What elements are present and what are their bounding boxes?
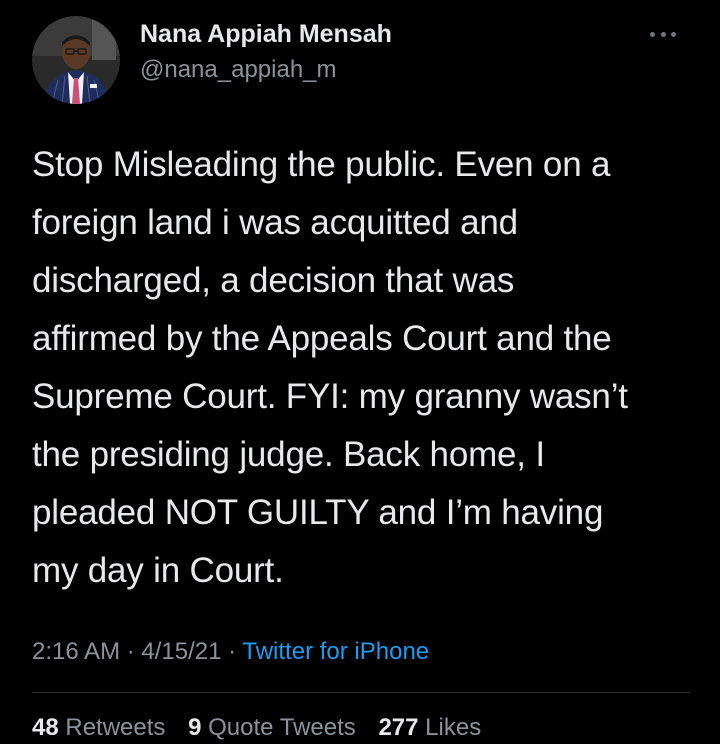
tweet-line: foreign land i was acquitted and: [32, 203, 518, 242]
tweet-line: pleaded NOT GUILTY and I’m having: [32, 493, 604, 532]
quote-tweets-label: Quote Tweets: [208, 714, 356, 741]
retweets-stat[interactable]: 48 Retweets: [32, 714, 165, 741]
tweet-stats: 48 Retweets 9 Quote Tweets 277 Likes: [32, 714, 497, 742]
tweet-line: the presiding judge. Back home, I: [32, 435, 545, 474]
tweet-line: Supreme Court. FYI: my granny wasn’t: [32, 377, 628, 416]
more-dot: [671, 31, 676, 37]
author-handle[interactable]: @nana_appiah_m: [140, 56, 337, 84]
avatar[interactable]: [32, 16, 120, 104]
author-name[interactable]: Nana Appiah Mensah: [140, 20, 392, 49]
likes-count: 277: [378, 714, 419, 741]
tweet-source-link[interactable]: Twitter for iPhone: [242, 638, 429, 665]
tweet-line: my day in Court.: [32, 551, 284, 590]
tweet-line: affirmed by the Appeals Court and the: [32, 319, 612, 358]
avatar-image: [32, 16, 120, 104]
more-dot: [660, 31, 666, 37]
retweets-label: Retweets: [65, 714, 166, 741]
more-horizontal-icon[interactable]: [650, 26, 676, 42]
tweet-line: discharged, a decision that was: [32, 261, 515, 300]
quote-tweets-stat[interactable]: 9 Quote Tweets: [188, 714, 356, 741]
likes-label: Likes: [425, 714, 482, 741]
tweet-line: Stop Misleading the public. Even on a: [32, 145, 611, 184]
meta-separator: ·: [228, 638, 237, 665]
tweet-time[interactable]: 2:16 AM: [32, 638, 120, 665]
tweet-text: Stop Misleading the public. Even on a fo…: [32, 136, 702, 600]
tweet-date[interactable]: 4/15/21: [141, 638, 221, 665]
meta-separator: ·: [126, 638, 135, 665]
divider: [32, 692, 690, 693]
quote-tweets-count: 9: [188, 714, 202, 741]
likes-stat[interactable]: 277 Likes: [378, 714, 481, 741]
more-dot: [650, 31, 655, 37]
tweet-meta: 2:16 AM · 4/15/21 · Twitter for iPhone: [32, 638, 429, 666]
retweets-count: 48: [32, 714, 59, 741]
